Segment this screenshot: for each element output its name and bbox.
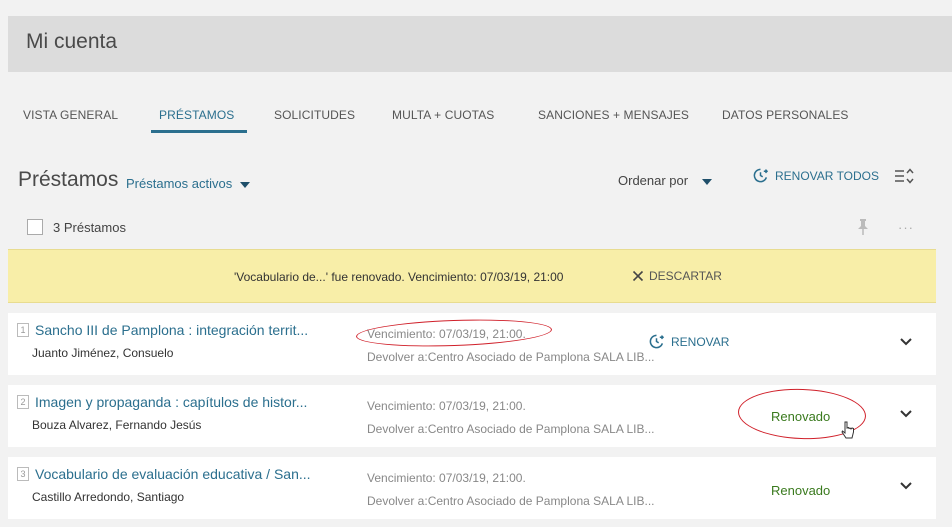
pin-icon[interactable] — [856, 218, 870, 236]
sort-label: Ordenar por — [618, 173, 689, 188]
loan-return-location: Devolver a:Centro Asociado de Pamplona S… — [367, 494, 655, 508]
renew-label: RENOVAR — [671, 334, 730, 349]
loan-author: Juanto Jiménez, Consuelo — [32, 346, 174, 360]
caret-down-icon — [702, 178, 713, 185]
loan-author: Bouza Alvarez, Fernando Jesús — [32, 418, 202, 432]
loan-due-date: Vencimiento: 07/03/19, 21:00. — [367, 471, 526, 485]
loan-row: 2 Imagen y propaganda : capítulos de his… — [8, 385, 936, 447]
loan-title-link[interactable]: Sancho III de Pamplona : integración ter… — [35, 322, 308, 338]
row-number: 2 — [17, 395, 29, 409]
loan-filter-label: Préstamos activos — [126, 176, 233, 191]
loan-count: 3 Préstamos — [53, 220, 126, 235]
tab-multa-cuotas[interactable]: MULTA + CUOTAS — [392, 108, 494, 122]
section-title: Préstamos — [18, 168, 119, 191]
loan-return-location: Devolver a:Centro Asociado de Pamplona S… — [367, 422, 655, 436]
renew-all-button[interactable]: RENOVAR TODOS — [752, 167, 879, 184]
dismiss-button[interactable]: DESCARTAR — [632, 269, 722, 283]
clock-arrow-icon — [649, 334, 665, 349]
row-number: 3 — [17, 467, 29, 481]
renew-all-label: RENOVAR TODOS — [775, 168, 880, 183]
renewed-status: Renovado — [771, 409, 831, 424]
tab-solicitudes[interactable]: SOLICITUDES — [274, 108, 355, 122]
tab-prestamos[interactable]: PRÉSTAMOS — [159, 108, 234, 122]
tab-vista-general[interactable]: VISTA GENERAL — [23, 108, 118, 122]
renewal-notification-banner: 'Vocabulario de...' fue renovado. Vencim… — [8, 249, 936, 303]
sort-dropdown[interactable]: Ordenar por — [618, 173, 713, 188]
renewed-status: Renovado — [771, 483, 831, 498]
loan-return-location: Devolver a:Centro Asociado de Pamplona S… — [367, 350, 655, 364]
list-sort-icon[interactable] — [893, 166, 915, 186]
loan-row: 1 Sancho III de Pamplona : integración t… — [8, 313, 936, 375]
mouse-cursor-icon — [841, 421, 854, 439]
page-title: Mi cuenta — [26, 30, 118, 53]
renew-button[interactable]: RENOVAR — [648, 333, 729, 350]
loan-author: Castillo Arredondo, Santiago — [32, 490, 185, 504]
caret-down-icon — [240, 181, 251, 188]
close-icon — [632, 270, 644, 282]
loan-row: 3 Vocabulario de evaluación educativa / … — [8, 457, 936, 519]
loan-due-date: Vencimiento: 07/03/19, 21:00. — [367, 399, 526, 413]
loan-title-link[interactable]: Imagen y propaganda : capítulos de histo… — [35, 394, 307, 410]
loan-due-date: Vencimiento: 07/03/19, 21:00. — [367, 327, 526, 341]
clock-arrow-icon — [753, 168, 769, 183]
chevron-down-icon[interactable] — [899, 337, 913, 347]
banner-message: 'Vocabulario de...' fue renovado. Vencim… — [234, 270, 564, 284]
dismiss-label: DESCARTAR — [649, 269, 722, 283]
more-options-icon[interactable]: ··· — [898, 220, 914, 235]
loan-title-link[interactable]: Vocabulario de evaluación educativa / Sa… — [35, 466, 311, 482]
tab-datos-personales[interactable]: DATOS PERSONALES — [722, 108, 849, 122]
active-tab-indicator — [151, 130, 247, 133]
tab-sanciones-mensajes[interactable]: SANCIONES + MENSAJES — [538, 108, 689, 122]
page-header: Mi cuenta — [8, 16, 952, 72]
select-all-checkbox[interactable] — [27, 219, 43, 235]
row-number: 1 — [17, 323, 29, 337]
tab-bar: VISTA GENERAL PRÉSTAMOS SOLICITUDES MULT… — [8, 104, 952, 134]
chevron-down-icon[interactable] — [899, 481, 913, 491]
loan-filter-dropdown[interactable]: Préstamos activos — [126, 176, 251, 191]
chevron-down-icon[interactable] — [899, 409, 913, 419]
